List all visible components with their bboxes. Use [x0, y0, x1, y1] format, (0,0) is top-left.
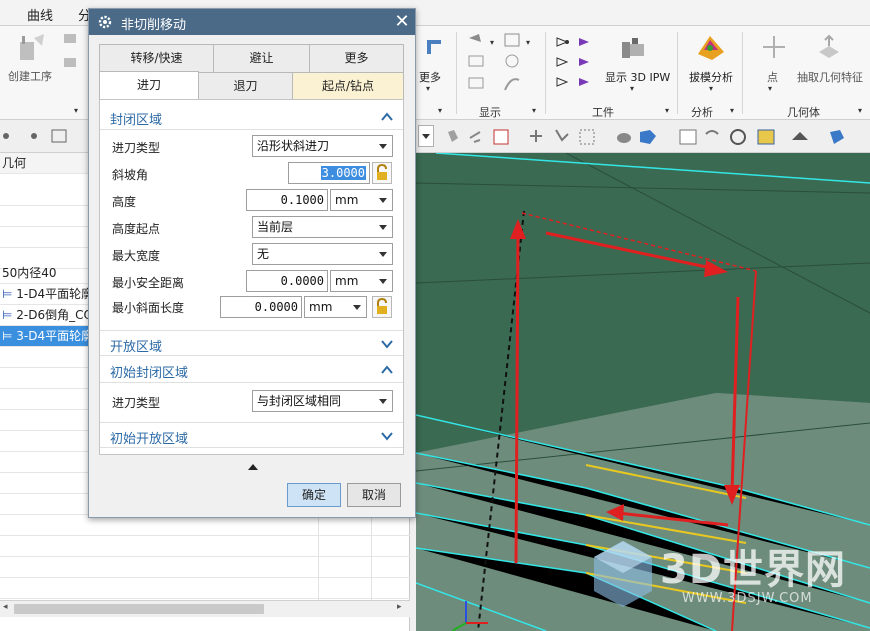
ribbon-more-arrow[interactable]: ▾ — [74, 106, 78, 115]
section-initial-closed-area[interactable]: 初始封闭区域 — [100, 357, 403, 383]
scroll-right-icon[interactable]: ▸ — [397, 602, 402, 612]
table-row — [0, 578, 410, 599]
max-width-select[interactable]: 无 — [252, 243, 393, 265]
filter-dropdown[interactable] — [418, 125, 434, 147]
extract-geometry-label[interactable]: 抽取几何特征 — [797, 69, 863, 85]
navigator-tool-icons[interactable] — [0, 124, 76, 148]
menu-curve[interactable]: 曲线 — [27, 5, 53, 24]
lock-icon[interactable] — [372, 162, 392, 184]
show-3d-ipw-label[interactable]: 显示 3D IPW — [605, 69, 670, 85]
engage-panel: 封闭区域 进刀类型 沿形状斜进刀 斜坡角 3.0000 高度 0.1000 mm… — [99, 99, 404, 455]
point-label[interactable]: 点 — [767, 69, 778, 85]
close-icon[interactable]: ✕ — [392, 12, 412, 32]
watermark-url: WWW.3DSJW.COM — [682, 591, 813, 606]
chevron-down-icon[interactable] — [380, 337, 394, 351]
height-from-select[interactable]: 当前层 — [252, 216, 393, 238]
cancel-button[interactable]: 取消 — [347, 483, 401, 507]
min-safe-distance-label: 最小安全距离 — [112, 276, 185, 290]
scrollbar-thumb[interactable] — [14, 604, 264, 614]
draft-analysis-icon[interactable] — [694, 32, 728, 64]
min-safe-distance-input[interactable]: 0.0000 — [246, 270, 328, 292]
tab-avoidance[interactable]: 避让 — [213, 44, 310, 73]
height-input[interactable]: 0.1000 — [246, 189, 328, 211]
gear-icon — [98, 15, 112, 29]
draft-analysis-label[interactable]: 拔模分析 — [689, 69, 733, 85]
chevron-up-icon[interactable] — [380, 110, 394, 124]
height-label: 高度 — [112, 195, 137, 209]
ramp-angle-input[interactable]: 3.0000 — [288, 162, 370, 184]
tab-engage[interactable]: 进刀 — [99, 71, 199, 100]
dialog-title: 非切削移动 — [121, 18, 187, 33]
dialog-title-bar[interactable]: 非切削移动 ✕ — [89, 9, 415, 35]
lock-icon[interactable] — [372, 296, 392, 318]
table-row — [0, 536, 410, 557]
min-ramp-length-label: 最小斜面长度 — [112, 301, 185, 315]
more-icon[interactable] — [423, 36, 445, 58]
table-row — [0, 515, 410, 536]
display-tools-icons[interactable] — [465, 32, 545, 94]
height-from-label: 高度起点 — [112, 222, 161, 236]
workpiece-flag-icons[interactable] — [553, 32, 597, 94]
section-open-area[interactable]: 开放区域 — [100, 330, 403, 356]
min-safe-distance-unit-select[interactable]: mm — [330, 270, 393, 292]
horizontal-scrollbar[interactable]: ◂ ▸ — [0, 600, 410, 617]
non-cutting-moves-dialog: 非切削移动 ✕ 转移/快速 避让 更多 进刀 退刀 起点/钻点 封闭区域 进刀类… — [88, 8, 416, 518]
view-toolbar-icons[interactable] — [444, 126, 868, 148]
tab-transfer-rapid[interactable]: 转移/快速 — [99, 44, 214, 73]
operation-icon: ⊨ — [2, 329, 17, 343]
max-width-label: 最大宽度 — [112, 249, 161, 263]
analysis-group-label: 分析 — [691, 106, 713, 119]
create-operation-icon[interactable] — [14, 32, 48, 66]
min-ramp-length-unit-select[interactable]: mm — [304, 296, 367, 318]
collapse-arrow-icon[interactable] — [248, 464, 258, 470]
show-3d-ipw-icon[interactable] — [618, 34, 648, 64]
scroll-left-icon[interactable]: ◂ — [3, 602, 8, 612]
initial-engage-type-select[interactable]: 与封闭区域相同 — [252, 390, 393, 412]
engage-type-select[interactable]: 沿形状斜进刀 — [252, 135, 393, 157]
watermark-logo-icon — [594, 541, 652, 607]
extract-geometry-icon[interactable] — [815, 34, 843, 62]
section-initial-open-area[interactable]: 初始开放区域 — [100, 422, 403, 448]
tab-start-drill-points[interactable]: 起点/钻点 — [292, 72, 404, 101]
height-unit-select[interactable]: mm — [330, 189, 393, 211]
watermark: 3D世界网 WWW.3DSJW.COM — [590, 535, 860, 615]
chevron-up-icon[interactable] — [380, 363, 394, 377]
tab-more[interactable]: 更多 — [309, 44, 404, 73]
ok-button[interactable]: 确定 — [287, 483, 341, 507]
ramp-angle-label: 斜坡角 — [112, 168, 149, 182]
create-operation-label: 创建工序 — [8, 70, 52, 83]
geometry-group-label: 几何体 — [787, 106, 820, 119]
table-row — [0, 557, 410, 578]
operation-icon: ⊨ — [2, 287, 17, 301]
operation-small-icons[interactable] — [62, 32, 78, 72]
engage-type-label: 进刀类型 — [112, 141, 161, 155]
operation-icon: ⊨ — [2, 308, 17, 322]
chevron-down-icon[interactable] — [380, 429, 394, 443]
initial-engage-type-label: 进刀类型 — [112, 396, 161, 410]
min-ramp-length-input[interactable]: 0.0000 — [220, 296, 302, 318]
tab-retract[interactable]: 退刀 — [198, 72, 293, 101]
point-icon[interactable] — [762, 34, 786, 60]
display-group-label: 显示 — [479, 106, 501, 119]
workpiece-group-label: 工件 — [592, 106, 614, 119]
section-closed-area[interactable]: 封闭区域 — [100, 104, 403, 130]
watermark-text: 3D世界网 — [660, 547, 847, 593]
more-label[interactable]: 更多 — [419, 69, 441, 85]
